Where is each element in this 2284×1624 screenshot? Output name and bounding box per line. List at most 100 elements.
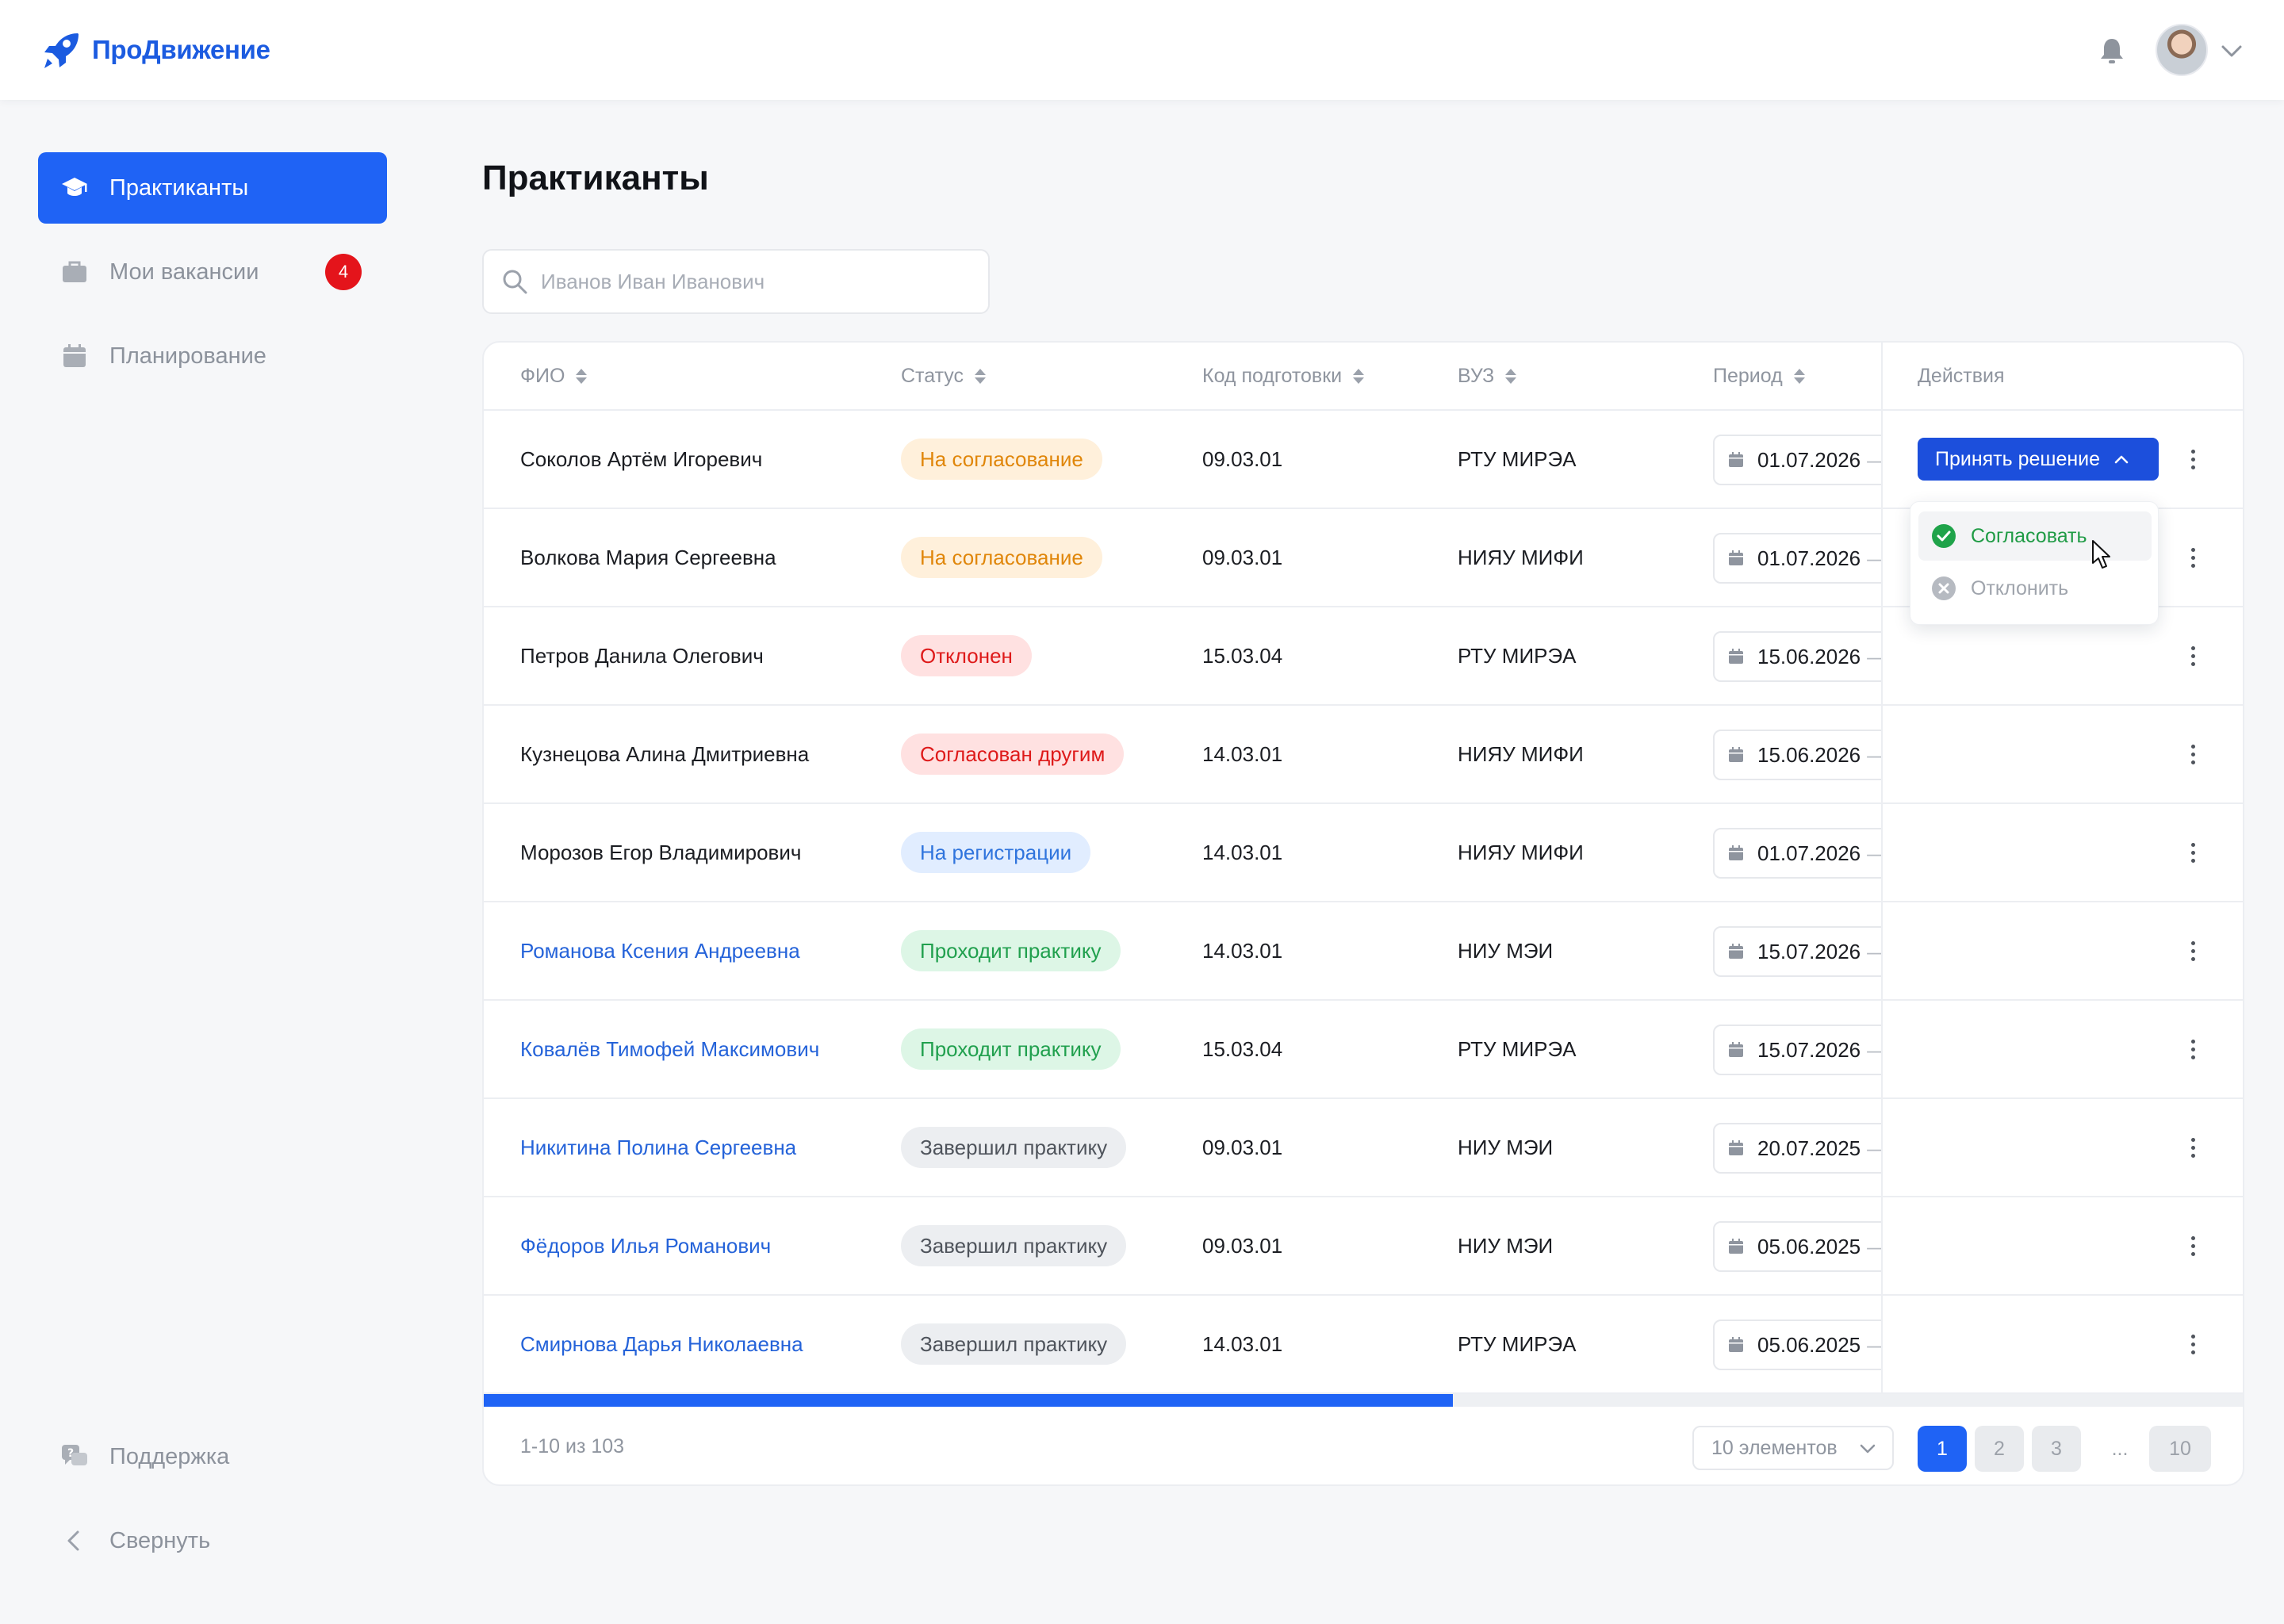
column-header-code[interactable]: Код подготовки xyxy=(1202,365,1365,388)
period-start: 05.06.2025 xyxy=(1757,1332,1861,1357)
reject-option[interactable]: Отклонить xyxy=(1918,564,2152,613)
period-field[interactable]: 15.06.2026— xyxy=(1713,730,1881,780)
more-vertical-icon[interactable] xyxy=(2179,642,2206,669)
sort-icon xyxy=(576,369,588,384)
scrollbar-thumb[interactable] xyxy=(484,1394,1454,1407)
calendar-icon xyxy=(1729,1042,1743,1057)
period-separator: — xyxy=(1867,940,1881,964)
period-field[interactable]: 15.07.2026— xyxy=(1713,1025,1881,1075)
chevron-down-icon[interactable] xyxy=(2219,40,2244,62)
page-title: Практиканты xyxy=(482,159,709,197)
period-separator: — xyxy=(1867,743,1881,768)
search-box[interactable] xyxy=(482,249,990,314)
briefcase-icon xyxy=(60,258,89,286)
calendar-icon xyxy=(1729,1239,1743,1254)
training-code: 14.03.01 xyxy=(1202,840,1283,864)
calendar-icon xyxy=(1729,1140,1743,1155)
sidebar-item-label: Свернуть xyxy=(109,1527,211,1553)
more-vertical-icon[interactable] xyxy=(2179,544,2206,571)
more-vertical-icon[interactable] xyxy=(2179,1036,2206,1063)
period-separator: — xyxy=(1867,1235,1881,1259)
period-start: 05.06.2025 xyxy=(1757,1234,1861,1258)
university: НИЯУ МИФИ xyxy=(1458,545,1584,569)
period-separator: — xyxy=(1867,645,1881,669)
period-field[interactable]: 05.06.2025— xyxy=(1713,1320,1881,1370)
period-start: 15.06.2026 xyxy=(1757,644,1861,668)
intern-name[interactable]: Никитина Полина Сергеевна xyxy=(520,1099,796,1196)
pagination-range: 1-10 из 103 xyxy=(520,1435,625,1457)
page-size-select[interactable]: 10 элементов xyxy=(1692,1426,1894,1470)
more-vertical-icon[interactable] xyxy=(2179,1134,2206,1161)
period-field[interactable]: 15.06.2026— xyxy=(1713,631,1881,682)
period-field[interactable]: 05.06.2025— xyxy=(1713,1221,1881,1272)
university: РТУ МИРЭА xyxy=(1458,1331,1577,1356)
page-button[interactable]: 10 xyxy=(2149,1426,2211,1472)
column-header-university[interactable]: ВУЗ xyxy=(1458,365,1517,388)
intern-name[interactable]: Фёдоров Илья Романович xyxy=(520,1197,771,1294)
sidebar-item-label: Мои вакансии xyxy=(109,259,259,285)
calendar-icon xyxy=(1729,452,1743,467)
sidebar-item-vacancies[interactable]: Мои вакансии 4 xyxy=(38,236,387,308)
calendar-icon xyxy=(1729,550,1743,565)
rocket-logo-icon xyxy=(44,33,79,68)
chevron-up-icon xyxy=(2114,455,2129,464)
column-header-period[interactable]: Период xyxy=(1713,365,1805,388)
page-button[interactable]: 1 xyxy=(1918,1426,1967,1472)
status-cell: Завершил практику xyxy=(901,1099,1127,1196)
horizontal-scrollbar[interactable] xyxy=(484,1394,2243,1407)
page-button[interactable]: 3 xyxy=(2032,1426,2081,1472)
intern-name: Морозов Егор Владимирович xyxy=(520,840,802,864)
sidebar-item-support[interactable]: ? Поддержка xyxy=(38,1421,387,1492)
status-cell: На согласование xyxy=(901,509,1102,606)
approve-option[interactable]: Согласовать xyxy=(1918,511,2152,561)
intern-name[interactable]: Ковалёв Тимофей Максимович xyxy=(520,1001,819,1097)
column-header-name[interactable]: ФИО xyxy=(520,365,588,388)
table-row: Морозов Егор Владимирович На регистрации 1… xyxy=(484,804,2243,902)
status-badge: Согласован другим xyxy=(901,733,1125,775)
university: РТУ МИРЭА xyxy=(1458,446,1577,471)
column-header-status[interactable]: Статус xyxy=(901,365,987,388)
intern-name[interactable]: Смирнова Дарья Николаевна xyxy=(520,1296,803,1392)
calendar-icon xyxy=(1729,747,1743,762)
intern-name: Кузнецова Алина Дмитриевна xyxy=(520,741,810,766)
decision-button[interactable]: Принять решение xyxy=(1918,438,2159,481)
period-field[interactable]: 20.07.2025— xyxy=(1713,1123,1881,1174)
more-vertical-icon[interactable] xyxy=(2179,446,2206,473)
period-cell: 05.06.2025— xyxy=(1705,1296,1881,1392)
more-vertical-icon[interactable] xyxy=(2179,1232,2206,1259)
intern-name: Волкова Мария Сергеевна xyxy=(520,545,776,569)
period-cell: 20.07.2025— xyxy=(1705,1099,1881,1196)
intern-name[interactable]: Романова Ксения Андреевна xyxy=(520,902,800,999)
user-avatar[interactable] xyxy=(2156,24,2208,76)
period-field[interactable]: 01.07.2026— xyxy=(1713,533,1881,584)
period-cell: 15.07.2026— xyxy=(1705,1001,1881,1097)
graduation-cap-icon xyxy=(60,174,89,202)
more-vertical-icon[interactable] xyxy=(2179,937,2206,964)
period-field[interactable]: 01.07.2026— xyxy=(1713,828,1881,879)
calendar-icon xyxy=(60,342,89,370)
sidebar-collapse[interactable]: Свернуть xyxy=(38,1505,387,1576)
sidebar-item-planning[interactable]: Планирование xyxy=(38,320,387,392)
calendar-icon xyxy=(1729,845,1743,860)
more-vertical-icon[interactable] xyxy=(2179,839,2206,866)
page-button[interactable]: 2 xyxy=(1975,1426,2024,1472)
sidebar-item-interns[interactable]: Практиканты xyxy=(38,152,387,224)
search-input[interactable] xyxy=(541,269,953,294)
period-separator: — xyxy=(1867,1038,1881,1063)
table-row: Смирнова Дарья Николаевна Завершил практи… xyxy=(484,1296,2243,1394)
period-field[interactable]: 01.07.2026— xyxy=(1713,435,1881,485)
training-code: 09.03.01 xyxy=(1202,446,1283,471)
period-cell: 15.07.2026— xyxy=(1705,902,1881,999)
period-field[interactable]: 15.07.2026— xyxy=(1713,926,1881,977)
period-separator: — xyxy=(1867,1333,1881,1358)
sidebar-item-label: Поддержка xyxy=(109,1443,230,1469)
more-vertical-icon[interactable] xyxy=(2179,1331,2206,1358)
intern-name: Соколов Артём Игоревич xyxy=(520,446,763,471)
more-vertical-icon[interactable] xyxy=(2179,741,2206,768)
period-start: 15.06.2026 xyxy=(1757,742,1861,767)
search-icon xyxy=(503,270,527,294)
bell-icon[interactable] xyxy=(2098,36,2125,65)
app-logo[interactable]: ПроДвижение xyxy=(41,30,270,70)
svg-text:?: ? xyxy=(67,1447,74,1460)
decision-dropdown: Согласовать Отклонить xyxy=(1910,501,2159,625)
